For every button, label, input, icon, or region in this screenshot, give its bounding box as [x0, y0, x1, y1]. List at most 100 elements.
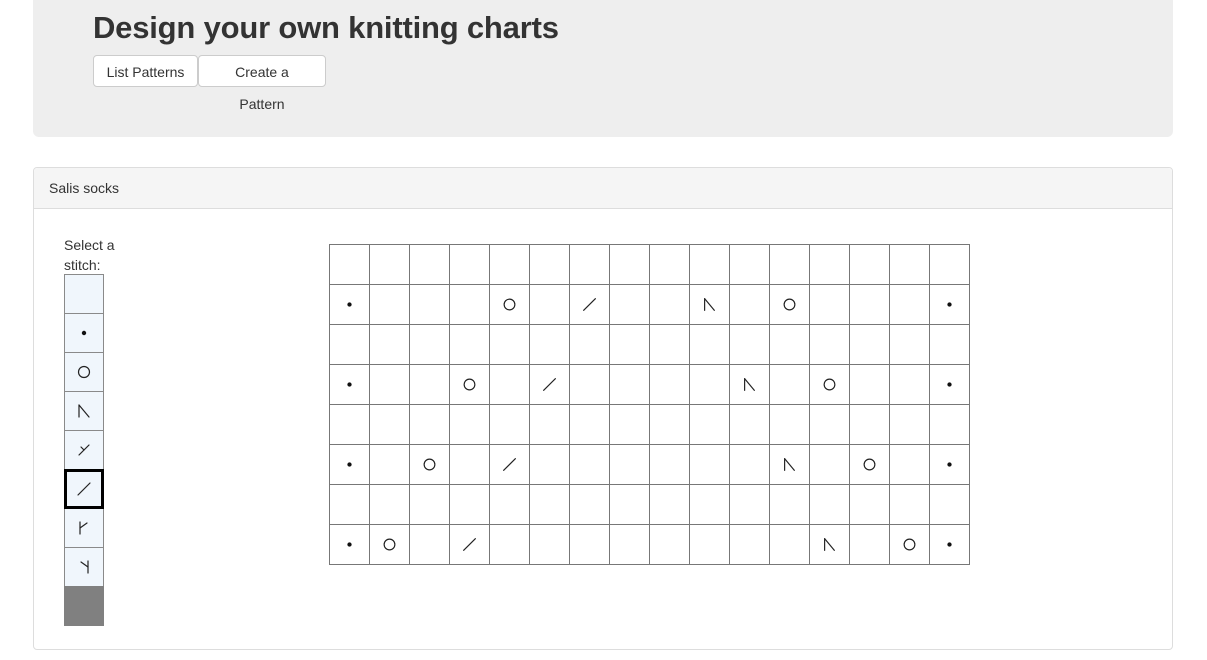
chart-cell[interactable]: [449, 484, 490, 525]
chart-cell[interactable]: [329, 364, 370, 405]
chart-cell[interactable]: [809, 404, 850, 445]
chart-cell[interactable]: [569, 364, 610, 405]
chart-cell[interactable]: [409, 484, 450, 525]
chart-cell[interactable]: [529, 244, 570, 285]
chart-cell[interactable]: [369, 364, 410, 405]
stitch-yarn-over-swatch[interactable]: [64, 352, 104, 392]
chart-cell[interactable]: [649, 284, 690, 325]
chart-cell[interactable]: [569, 284, 610, 325]
chart-cell[interactable]: [889, 244, 930, 285]
chart-cell[interactable]: [489, 324, 530, 365]
chart-cell[interactable]: [609, 404, 650, 445]
stitch-m1l-swatch[interactable]: [64, 508, 104, 548]
chart-cell[interactable]: [689, 324, 730, 365]
chart-cell[interactable]: [609, 364, 650, 405]
chart-cell[interactable]: [649, 364, 690, 405]
chart-cell[interactable]: [649, 524, 690, 565]
chart-cell[interactable]: [329, 284, 370, 325]
chart-cell[interactable]: [449, 364, 490, 405]
chart-cell[interactable]: [329, 404, 370, 445]
chart-cell[interactable]: [769, 284, 810, 325]
chart-cell[interactable]: [649, 404, 690, 445]
chart-cell[interactable]: [689, 404, 730, 445]
chart-cell[interactable]: [569, 404, 610, 445]
chart-cell[interactable]: [609, 484, 650, 525]
chart-cell[interactable]: [529, 484, 570, 525]
chart-cell[interactable]: [929, 444, 970, 485]
chart-cell[interactable]: [529, 284, 570, 325]
chart-cell[interactable]: [809, 284, 850, 325]
create-pattern-button[interactable]: Create a Pattern: [198, 55, 326, 112]
chart-cell[interactable]: [809, 524, 850, 565]
chart-cell[interactable]: [609, 524, 650, 565]
chart-cell[interactable]: [729, 524, 770, 565]
chart-cell[interactable]: [769, 244, 810, 285]
chart-cell[interactable]: [729, 324, 770, 365]
chart-cell[interactable]: [409, 284, 450, 325]
chart-cell[interactable]: [369, 244, 410, 285]
chart-cell[interactable]: [369, 404, 410, 445]
chart-cell[interactable]: [569, 244, 610, 285]
chart-cell[interactable]: [529, 404, 570, 445]
chart-cell[interactable]: [729, 244, 770, 285]
chart-cell[interactable]: [529, 324, 570, 365]
list-patterns-button[interactable]: List Patterns: [93, 55, 198, 87]
chart-cell[interactable]: [889, 284, 930, 325]
chart-cell[interactable]: [729, 404, 770, 445]
chart-cell[interactable]: [889, 444, 930, 485]
chart-cell[interactable]: [929, 324, 970, 365]
stitch-knit-swatch[interactable]: [64, 274, 104, 314]
chart-cell[interactable]: [729, 444, 770, 485]
chart-cell[interactable]: [369, 484, 410, 525]
chart-cell[interactable]: [809, 484, 850, 525]
chart-cell[interactable]: [889, 404, 930, 445]
chart-cell[interactable]: [729, 364, 770, 405]
chart-cell[interactable]: [529, 444, 570, 485]
chart-cell[interactable]: [929, 364, 970, 405]
chart-cell[interactable]: [609, 444, 650, 485]
chart-cell[interactable]: [809, 244, 850, 285]
stitch-purl-swatch[interactable]: [64, 313, 104, 353]
chart-cell[interactable]: [769, 404, 810, 445]
chart-cell[interactable]: [569, 324, 610, 365]
chart-cell[interactable]: [609, 284, 650, 325]
chart-cell[interactable]: [329, 484, 370, 525]
chart-cell[interactable]: [689, 524, 730, 565]
chart-cell[interactable]: [849, 324, 890, 365]
chart-cell[interactable]: [929, 284, 970, 325]
stitch-no-stitch-swatch[interactable]: [64, 586, 104, 626]
chart-cell[interactable]: [809, 324, 850, 365]
chart-cell[interactable]: [409, 404, 450, 445]
chart-cell[interactable]: [769, 364, 810, 405]
chart-cell[interactable]: [569, 484, 610, 525]
chart-cell[interactable]: [409, 444, 450, 485]
chart-cell[interactable]: [929, 484, 970, 525]
chart-cell[interactable]: [409, 524, 450, 565]
chart-cell[interactable]: [729, 284, 770, 325]
chart-cell[interactable]: [889, 524, 930, 565]
chart-cell[interactable]: [449, 324, 490, 365]
chart-cell[interactable]: [889, 364, 930, 405]
chart-cell[interactable]: [889, 324, 930, 365]
chart-cell[interactable]: [769, 524, 810, 565]
chart-cell[interactable]: [689, 364, 730, 405]
chart-cell[interactable]: [449, 244, 490, 285]
chart-cell[interactable]: [849, 404, 890, 445]
chart-cell[interactable]: [489, 284, 530, 325]
chart-cell[interactable]: [649, 324, 690, 365]
chart-cell[interactable]: [449, 444, 490, 485]
chart-cell[interactable]: [769, 444, 810, 485]
chart-cell[interactable]: [849, 484, 890, 525]
chart-cell[interactable]: [849, 444, 890, 485]
chart-cell[interactable]: [489, 404, 530, 445]
chart-cell[interactable]: [569, 524, 610, 565]
chart-cell[interactable]: [489, 444, 530, 485]
chart-cell[interactable]: [929, 404, 970, 445]
stitch-k2tog-swatch[interactable]: [64, 469, 104, 509]
chart-cell[interactable]: [569, 444, 610, 485]
chart-cell[interactable]: [489, 364, 530, 405]
chart-cell[interactable]: [409, 324, 450, 365]
chart-cell[interactable]: [649, 244, 690, 285]
chart-cell[interactable]: [769, 484, 810, 525]
chart-cell[interactable]: [689, 444, 730, 485]
